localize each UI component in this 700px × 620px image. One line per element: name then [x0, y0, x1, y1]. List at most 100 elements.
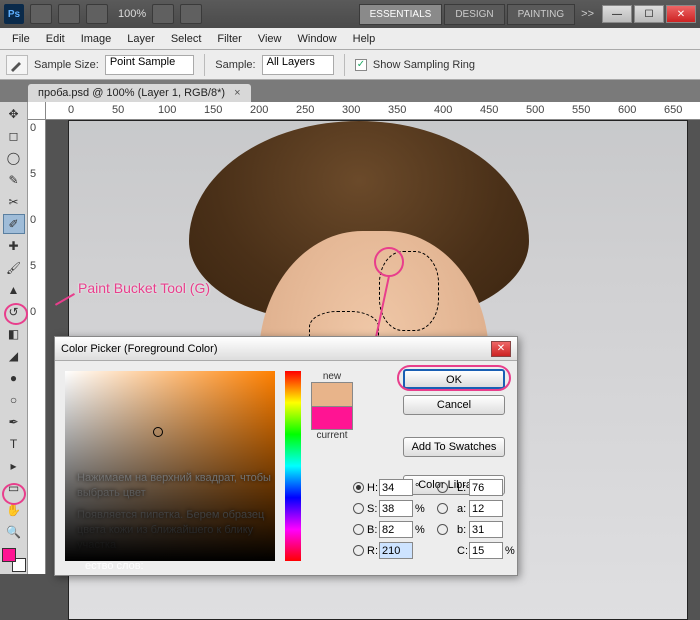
minimize-button[interactable]: —	[602, 5, 632, 23]
current-label: current	[316, 430, 347, 441]
view-extras-icon[interactable]	[86, 4, 108, 24]
a-radio[interactable]	[437, 503, 448, 514]
b-input[interactable]	[379, 521, 413, 538]
h-radio[interactable]	[353, 482, 364, 493]
s-input[interactable]	[379, 500, 413, 517]
b-radio[interactable]	[353, 524, 364, 535]
mini-bridge-icon[interactable]	[58, 4, 80, 24]
dialog-button-stack: OK Cancel Add To Swatches Color Librarie…	[403, 369, 505, 495]
annotation-overlay: Нажимаем на верхний квадрат, чтобы выбра…	[77, 471, 283, 553]
blur-tool[interactable]: ●	[3, 368, 25, 388]
color-picker-dialog: Color Picker (Foreground Color) ✕ Нажима…	[54, 336, 518, 576]
shape-tool[interactable]: ▭	[3, 478, 25, 498]
healing-tool[interactable]: ✚	[3, 236, 25, 256]
paint-bucket-tool[interactable]: ◢	[3, 346, 25, 366]
hand-tool[interactable]: ✋	[3, 500, 25, 520]
history-brush-tool[interactable]: ↺	[3, 302, 25, 322]
color-value-grid: H:° L: S:% a: B:% b: R: C:%	[353, 479, 521, 559]
eyedropper-icon[interactable]	[6, 55, 28, 75]
type-tool[interactable]: T	[3, 434, 25, 454]
foreground-color-swatch[interactable]	[2, 548, 16, 562]
options-bar: Sample Size: Point Sample Sample: All La…	[0, 50, 700, 80]
dodge-tool[interactable]: ○	[3, 390, 25, 410]
menu-view[interactable]: View	[250, 30, 290, 48]
dialog-close-button[interactable]: ✕	[491, 341, 511, 357]
maximize-button[interactable]: ☐	[634, 5, 664, 23]
eraser-tool[interactable]: ◧	[3, 324, 25, 344]
color-field[interactable]: Нажимаем на верхний квадрат, чтобы выбра…	[65, 371, 275, 561]
b2-input[interactable]	[469, 521, 503, 538]
quick-select-tool[interactable]: ✎	[3, 170, 25, 190]
workspace-design[interactable]: DESIGN	[444, 4, 504, 25]
lasso-tool[interactable]: ◯	[3, 148, 25, 168]
app-titlebar: Ps 100% ESSENTIALS DESIGN PAINTING >> — …	[0, 0, 700, 28]
menu-edit[interactable]: Edit	[38, 30, 73, 48]
current-color-swatch[interactable]	[311, 406, 353, 430]
document-tab[interactable]: проба.psd @ 100% (Layer 1, RGB/8*) ×	[28, 84, 251, 102]
new-color-swatch	[311, 382, 353, 406]
s-radio[interactable]	[353, 503, 364, 514]
divider	[344, 54, 345, 76]
ruler-vertical: 0 5 0 5 0	[28, 120, 46, 574]
bridge-icon[interactable]	[30, 4, 52, 24]
h-input[interactable]	[379, 479, 413, 496]
menu-help[interactable]: Help	[345, 30, 384, 48]
r-input[interactable]	[379, 542, 413, 559]
dialog-titlebar[interactable]: Color Picker (Foreground Color) ✕	[55, 337, 517, 361]
add-swatches-button[interactable]: Add To Swatches	[403, 437, 505, 457]
brush-tool[interactable]: 🖌	[3, 258, 25, 278]
annotation-label: Paint Bucket Tool (G)	[78, 280, 210, 296]
path-select-tool[interactable]: ▸	[3, 456, 25, 476]
marquee-tool[interactable]: ◻	[3, 126, 25, 146]
annotation-sample-circle	[374, 247, 404, 277]
workspace-essentials[interactable]: ESSENTIALS	[359, 4, 443, 25]
a-input[interactable]	[469, 500, 503, 517]
ps-logo-icon: Ps	[4, 4, 24, 24]
sample-size-label: Sample Size:	[34, 59, 99, 71]
l-input[interactable]	[469, 479, 503, 496]
menu-filter[interactable]: Filter	[209, 30, 249, 48]
divider	[204, 54, 205, 76]
r-radio[interactable]	[353, 545, 364, 556]
c-input[interactable]	[469, 542, 503, 559]
sample-layers-select[interactable]: All Layers	[262, 55, 334, 75]
document-tab-bar: проба.psd @ 100% (Layer 1, RGB/8*) ×	[0, 80, 700, 102]
b2-radio[interactable]	[437, 524, 448, 535]
menu-select[interactable]: Select	[163, 30, 210, 48]
status-fragment: ество слов:	[85, 560, 144, 572]
workspace-more-icon[interactable]: >>	[581, 8, 594, 20]
stamp-tool[interactable]: ▲	[3, 280, 25, 300]
close-tab-icon[interactable]: ×	[234, 87, 240, 99]
ruler-corner	[28, 102, 46, 120]
close-button[interactable]: ✕	[666, 5, 696, 23]
zoom-tool[interactable]: 🔍	[3, 522, 25, 542]
menu-file[interactable]: File	[4, 30, 38, 48]
color-swatches[interactable]	[2, 548, 26, 572]
pen-tool[interactable]: ✒	[3, 412, 25, 432]
menu-image[interactable]: Image	[73, 30, 120, 48]
show-sampling-ring-checkbox[interactable]: ✓	[355, 59, 367, 71]
crop-tool[interactable]: ✂	[3, 192, 25, 212]
color-field-cursor[interactable]	[153, 427, 163, 437]
screen-mode-icon[interactable]	[180, 4, 202, 24]
menu-bar: File Edit Image Layer Select Filter View…	[0, 28, 700, 50]
new-label: new	[323, 371, 341, 382]
move-tool[interactable]: ✥	[3, 104, 25, 124]
workspace-painting[interactable]: PAINTING	[507, 4, 575, 25]
show-sampling-ring-label: Show Sampling Ring	[373, 59, 475, 71]
arrange-icon[interactable]	[152, 4, 174, 24]
menu-window[interactable]: Window	[290, 30, 345, 48]
cancel-button[interactable]: Cancel	[403, 395, 505, 415]
toolbox: ✥ ◻ ◯ ✎ ✂ ✐ ✚ 🖌 ▲ ↺ ◧ ◢ ● ○ ✒ T ▸ ▭ ✋ 🔍	[0, 102, 28, 574]
sample-size-select[interactable]: Point Sample	[105, 55, 194, 75]
ruler-horizontal: 0 50 100 150 200 250 300 350 400 450 500…	[46, 102, 700, 120]
zoom-level[interactable]: 100%	[118, 8, 146, 20]
ok-button[interactable]: OK	[403, 369, 505, 389]
dialog-title: Color Picker (Foreground Color)	[61, 343, 218, 355]
hue-slider[interactable]	[285, 371, 301, 561]
document-title: проба.psd @ 100% (Layer 1, RGB/8*)	[38, 87, 225, 99]
menu-layer[interactable]: Layer	[119, 30, 163, 48]
sample-label: Sample:	[215, 59, 255, 71]
eyedropper-tool[interactable]: ✐	[3, 214, 25, 234]
l-radio[interactable]	[437, 482, 448, 493]
